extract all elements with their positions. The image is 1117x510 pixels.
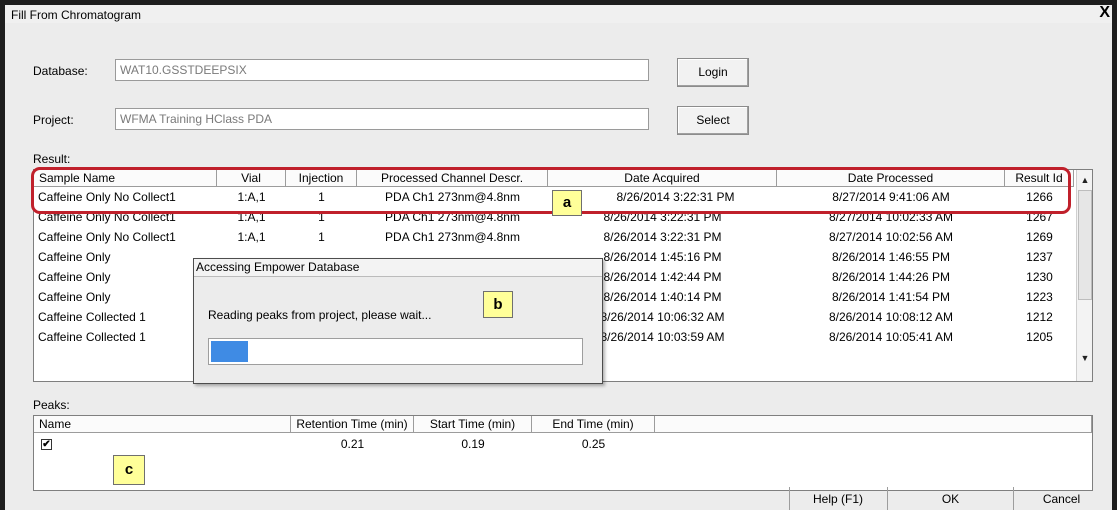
progress-bar (208, 338, 583, 365)
dialog-title: Accessing Empower Database (194, 259, 602, 277)
cell-vial: 1:A,1 (237, 190, 266, 204)
result-scrollbar[interactable]: ▲ ▼ (1076, 170, 1092, 381)
help-button[interactable]: Help (F1) (789, 489, 887, 509)
cell-channel: PDA Ch1 273nm@4.8nm (385, 230, 520, 244)
ok-button[interactable]: OK (888, 489, 1013, 509)
cell-sample-name: Caffeine Only (38, 290, 111, 304)
col-name[interactable]: Name (34, 416, 291, 433)
cell-injection: 1 (318, 190, 325, 204)
col-retention-time[interactable]: Retention Time (min) (291, 416, 414, 433)
cell-injection: 1 (318, 230, 325, 244)
cell-sample-name: Caffeine Only No Collect1 (38, 210, 176, 224)
cell-result-id: 1230 (1026, 270, 1053, 284)
window-title: Fill From Chromatogram (11, 8, 142, 22)
cell-channel: PDA Ch1 273nm@4.8nm (385, 210, 520, 224)
cell-sample-name: Caffeine Only No Collect1 (38, 230, 176, 244)
cell-result-id: 1269 (1026, 230, 1053, 244)
cell-date-processed: 8/26/2014 1:46:55 PM (831, 250, 951, 264)
col-end-time[interactable]: End Time (min) (532, 416, 655, 433)
progress-dialog: Accessing Empower Database Reading peaks… (193, 258, 603, 384)
cell-date-processed: 8/26/2014 1:41:54 PM (831, 290, 951, 304)
cell-date-acquired: 8/26/2014 3:22:31 PM (603, 210, 722, 224)
login-button[interactable]: Login (677, 58, 749, 87)
cell-date-processed: 8/27/2014 10:02:33 AM (828, 210, 954, 224)
col-vial[interactable]: Vial (217, 170, 286, 187)
col-processed-channel[interactable]: Processed Channel Descr. (357, 170, 548, 187)
cell-sample-name: Caffeine Only (38, 250, 111, 264)
cell-date-acquired: 8/26/2014 3:22:31 PM (603, 230, 722, 244)
col-date-processed[interactable]: Date Processed (777, 170, 1005, 187)
cell-result-id: 1212 (1026, 310, 1053, 324)
scroll-up-icon[interactable]: ▲ (1077, 172, 1092, 188)
cell-end-time: 0.25 (581, 437, 606, 451)
cancel-button[interactable]: Cancel (1014, 489, 1109, 509)
cell-result-id: 1266 (1026, 190, 1053, 204)
cell-vial: 1:A,1 (237, 210, 266, 224)
cell-sample-name: Caffeine Only (38, 270, 111, 284)
cell-sample-name: Caffeine Collected 1 (38, 310, 146, 324)
project-field[interactable]: WFMA Training HClass PDA (115, 108, 649, 130)
cell-result-id: 1205 (1026, 330, 1053, 344)
col-sample-name[interactable]: Sample Name (34, 170, 217, 187)
cell-date-acquired: 8/26/2014 3:22:31 PM (616, 190, 735, 204)
scroll-down-icon[interactable]: ▼ (1077, 350, 1092, 366)
cell-retention-time: 0.21 (340, 437, 365, 451)
callout-c: c (113, 455, 145, 485)
col-date-acquired[interactable]: Date Acquired (548, 170, 777, 187)
callout-a: a (552, 190, 582, 216)
peaks-table: Name Retention Time (min) Start Time (mi… (33, 415, 1093, 491)
database-field[interactable]: WAT10.GSSTDEEPSIX (115, 59, 649, 81)
progress-fill (211, 341, 248, 362)
col-injection[interactable]: Injection (286, 170, 357, 187)
title-bar: Fill From Chromatogram X (5, 5, 1112, 23)
col-empty (655, 416, 1092, 433)
close-icon[interactable]: X (1099, 5, 1110, 22)
select-button[interactable]: Select (677, 106, 749, 135)
cell-sample-name: Caffeine Only No Collect1 (38, 190, 176, 204)
cell-injection: 1 (318, 210, 325, 224)
cell-date-processed: 8/27/2014 9:41:06 AM (832, 190, 950, 204)
peaks-label: Peaks: (33, 398, 70, 412)
project-label: Project: (33, 113, 74, 127)
fill-from-chromatogram-window: Fill From Chromatogram X Database: WAT10… (5, 5, 1112, 510)
scroll-thumb[interactable] (1078, 190, 1092, 300)
cell-start-time: 0.19 (461, 437, 485, 451)
cell-date-processed: 8/26/2014 1:44:26 PM (831, 270, 951, 284)
result-label: Result: (33, 152, 71, 166)
cell-date-processed: 8/26/2014 10:05:41 AM (828, 330, 954, 344)
cell-channel: PDA Ch1 273nm@4.8nm (385, 190, 520, 204)
cell-result-id: 1237 (1026, 250, 1053, 264)
callout-b: b (483, 291, 513, 318)
progress-message: Reading peaks from project, please wait.… (208, 308, 432, 322)
peak-checkbox[interactable]: ✔ (41, 439, 52, 450)
cell-date-processed: 8/26/2014 10:08:12 AM (828, 310, 954, 324)
cell-sample-name: Caffeine Collected 1 (38, 330, 146, 344)
col-start-time[interactable]: Start Time (min) (414, 416, 532, 433)
table-row[interactable]: ✔ 0.21 0.19 0.25 (34, 434, 1092, 456)
cell-result-id: 1267 (1026, 210, 1053, 224)
table-row[interactable]: Caffeine Only No Collect1 1:A,1 1 PDA Ch… (34, 228, 1074, 248)
cell-vial: 1:A,1 (237, 230, 266, 244)
database-label: Database: (33, 64, 88, 78)
cell-result-id: 1223 (1026, 290, 1053, 304)
cell-date-processed: 8/27/2014 10:02:56 AM (828, 230, 954, 244)
col-result-id[interactable]: Result Id (1005, 170, 1074, 187)
